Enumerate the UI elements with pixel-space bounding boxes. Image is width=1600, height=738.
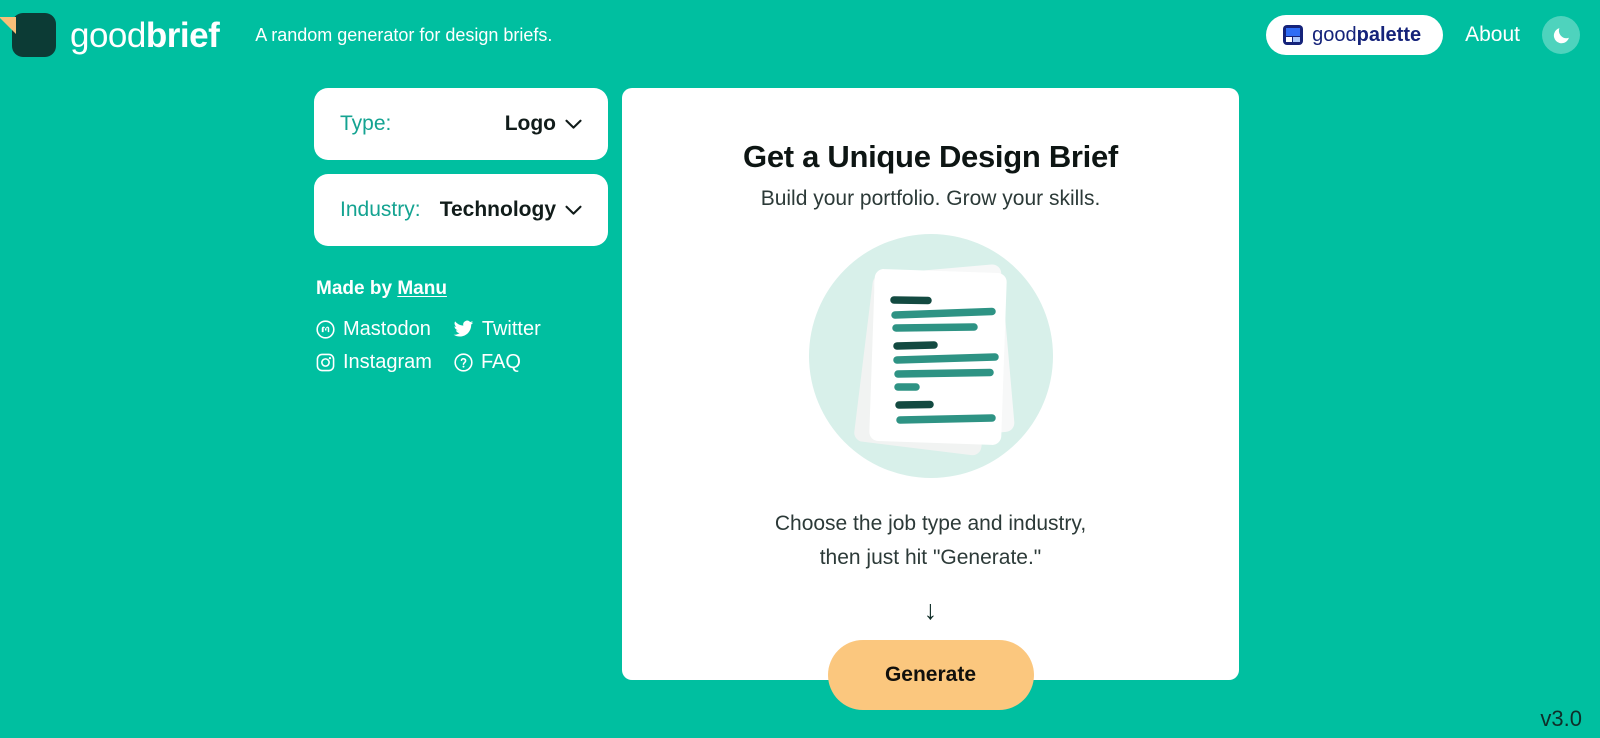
brand-name-light: good [70,15,146,55]
instruction-line-1: Choose the job type and industry, [774,512,1087,535]
stacked-documents-illustration [806,231,1056,481]
brand-name: goodbrief [70,15,220,55]
page-title: Get a Unique Design Brief [743,139,1118,174]
instagram-link[interactable]: Instagram [316,351,432,374]
industry-select-label: Industry: [340,198,421,221]
app-header: goodbrief A random generator for design … [0,0,1600,70]
goodpalette-label-bold: palette [1356,24,1422,46]
goodpalette-squares-icon [1283,25,1304,45]
instruction-text: Choose the job type and industry, then j… [775,507,1086,575]
twitter-label: Twitter [481,318,541,340]
type-select-label: Type: [340,112,392,135]
instagram-label: Instagram [343,351,432,373]
mastodon-label: Mastodon [343,318,431,340]
social-row-2: Instagram FAQ [316,351,608,374]
industry-select[interactable]: Industry: Technology [314,174,608,246]
tagline: A random generator for design briefs. [255,24,553,45]
options-sidebar: Type: Logo Industry: Technology Made by … [314,88,608,384]
chevron-down-icon [565,119,582,129]
generate-button[interactable]: Generate [827,640,1034,710]
type-select-value-wrap: Logo [505,112,582,136]
goodpalette-label: goodpalette [1312,25,1421,45]
chevron-down-icon [565,205,582,215]
type-select-value: Logo [504,112,556,135]
mastodon-link[interactable]: Mastodon [316,318,431,341]
header-actions: goodpalette About [1266,15,1580,55]
credits-block: Made by Manu Mastodon Twitter Instagram … [314,278,608,374]
mastodon-icon [316,320,335,339]
faq-label: FAQ [480,351,521,373]
industry-select-value: Technology [439,198,556,221]
goodbrief-document-logo-icon [0,13,56,57]
brand: goodbrief A random generator for design … [0,13,553,57]
social-row-1: Mastodon Twitter [316,318,608,341]
made-by-line: Made by Manu [316,278,608,300]
author-link[interactable]: Manu [397,278,447,299]
dark-mode-toggle-button[interactable] [1542,16,1580,54]
goodpalette-label-light: good [1312,24,1357,46]
about-link[interactable]: About [1465,23,1520,47]
twitter-link[interactable]: Twitter [453,318,541,341]
question-mark-icon [454,353,473,372]
brand-name-bold: brief [145,15,220,55]
page-subtitle: Build your portfolio. Grow your skills. [760,187,1101,210]
instagram-icon [316,353,335,372]
goodpalette-link[interactable]: goodpalette [1266,15,1444,55]
instruction-line-2: then just hit "Generate." [819,546,1042,570]
moon-icon [1553,27,1569,43]
type-select[interactable]: Type: Logo [314,88,608,160]
brief-card: Get a Unique Design Brief Build your por… [622,88,1239,710]
industry-select-value-wrap: Technology [440,198,582,222]
version-label: v3.0 [1540,706,1582,731]
twitter-icon [453,320,474,337]
arrow-down-icon: ↓ [923,595,938,626]
made-by-prefix: Made by [316,278,398,299]
faq-link[interactable]: FAQ [454,351,521,374]
